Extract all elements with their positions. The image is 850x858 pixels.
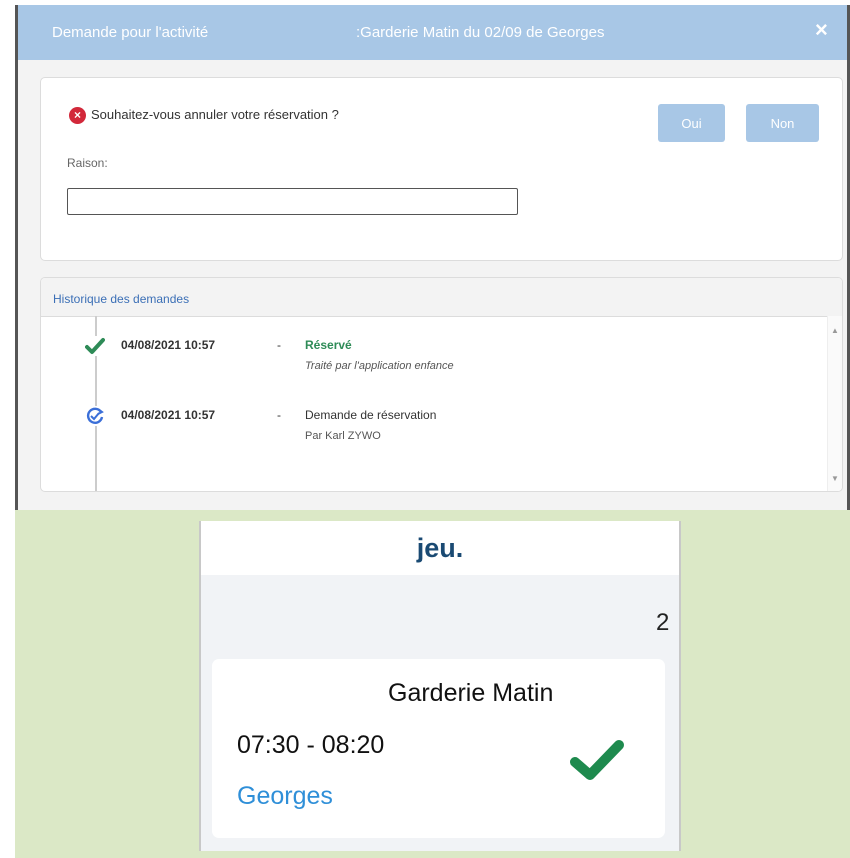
dialog-title-bar: Demande pour l'activité :Garderie Matin …	[18, 5, 847, 60]
yes-button[interactable]: Oui	[658, 104, 725, 142]
check-icon	[569, 737, 625, 783]
scroll-down-icon[interactable]: ▼	[831, 474, 839, 483]
check-icon	[85, 336, 105, 356]
activity-name: Garderie Matin	[388, 679, 554, 707]
activity-card[interactable]: Garderie Matin 07:30 - 08:20 Georges	[212, 659, 665, 838]
history-separator: -	[277, 408, 281, 422]
day-label: jeu.	[416, 533, 464, 563]
refresh-check-icon	[85, 406, 105, 426]
history-separator: -	[277, 338, 281, 352]
request-dialog: Demande pour l'activité :Garderie Matin …	[15, 5, 850, 510]
history-timestamp: 04/08/2021 10:57	[121, 408, 216, 422]
reason-input[interactable]	[67, 188, 518, 215]
dialog-title-activity: :Garderie Matin du 02/09 de Georges	[356, 24, 605, 41]
history-header: Historique des demandes	[41, 278, 842, 317]
cancel-panel: × Souhaitez-vous annuler votre réservati…	[40, 77, 843, 261]
history-status: Demande de réservation	[305, 408, 437, 422]
history-detail: Traité par l'application enfance	[305, 360, 454, 372]
reason-label: Raison:	[67, 156, 108, 170]
dialog-title-label: Demande pour l'activité	[52, 24, 209, 41]
history-status: Réservé	[305, 338, 352, 352]
close-icon[interactable]: ×	[815, 17, 828, 43]
calendar-day-column: jeu. 2 Garderie Matin 07:30 - 08:20 Geor…	[199, 521, 681, 851]
cancel-question: Souhaitez-vous annuler votre réservation…	[91, 107, 339, 122]
history-entry: 04/08/2021 10:57 - Réservé Traité par l'…	[41, 336, 821, 384]
day-header: jeu.	[201, 521, 679, 575]
history-title: Historique des demandes	[53, 292, 190, 306]
history-detail: Par Karl ZYWO	[305, 430, 381, 442]
no-button[interactable]: Non	[746, 104, 819, 142]
history-timestamp: 04/08/2021 10:57	[121, 338, 216, 352]
history-entry: 04/08/2021 10:57 - Demande de réservatio…	[41, 406, 821, 454]
scroll-up-icon[interactable]: ▲	[831, 326, 839, 335]
activity-child-link[interactable]: Georges	[237, 782, 333, 811]
history-scrollbar[interactable]: ▲ ▼	[827, 316, 842, 491]
error-icon: ×	[69, 107, 86, 124]
history-panel: Historique des demandes 04/08/2021 10:57…	[40, 277, 843, 492]
day-number: 2	[656, 609, 670, 636]
activity-time: 07:30 - 08:20	[237, 731, 385, 759]
